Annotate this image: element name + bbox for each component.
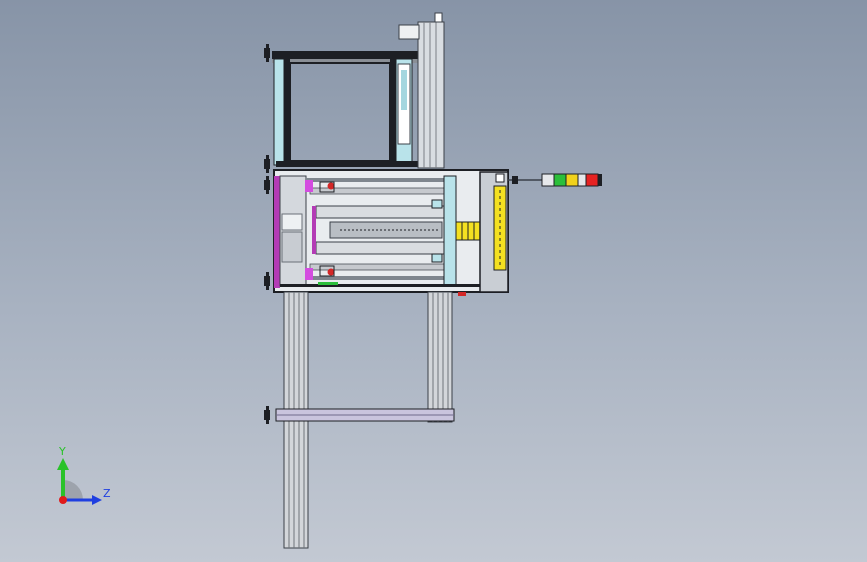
lower-right-leg bbox=[427, 291, 453, 423]
signal-light-green bbox=[553, 173, 567, 187]
triad-y-label: Y bbox=[58, 445, 66, 458]
triad-z-label: Z bbox=[103, 487, 111, 500]
signal-light-red-segment bbox=[577, 173, 587, 187]
signal-tower[interactable] bbox=[508, 173, 602, 187]
signal-light-yellow bbox=[565, 173, 579, 187]
machine-assembly-drawing[interactable]: Y Z bbox=[0, 0, 867, 562]
cad-viewport[interactable]: Y Z bbox=[0, 0, 867, 562]
lower-crossbar bbox=[264, 406, 455, 424]
upper-frame bbox=[264, 44, 424, 173]
signal-light-red bbox=[585, 173, 599, 187]
main-housing bbox=[264, 169, 509, 296]
orientation-triad[interactable]: Y Z bbox=[57, 445, 111, 505]
